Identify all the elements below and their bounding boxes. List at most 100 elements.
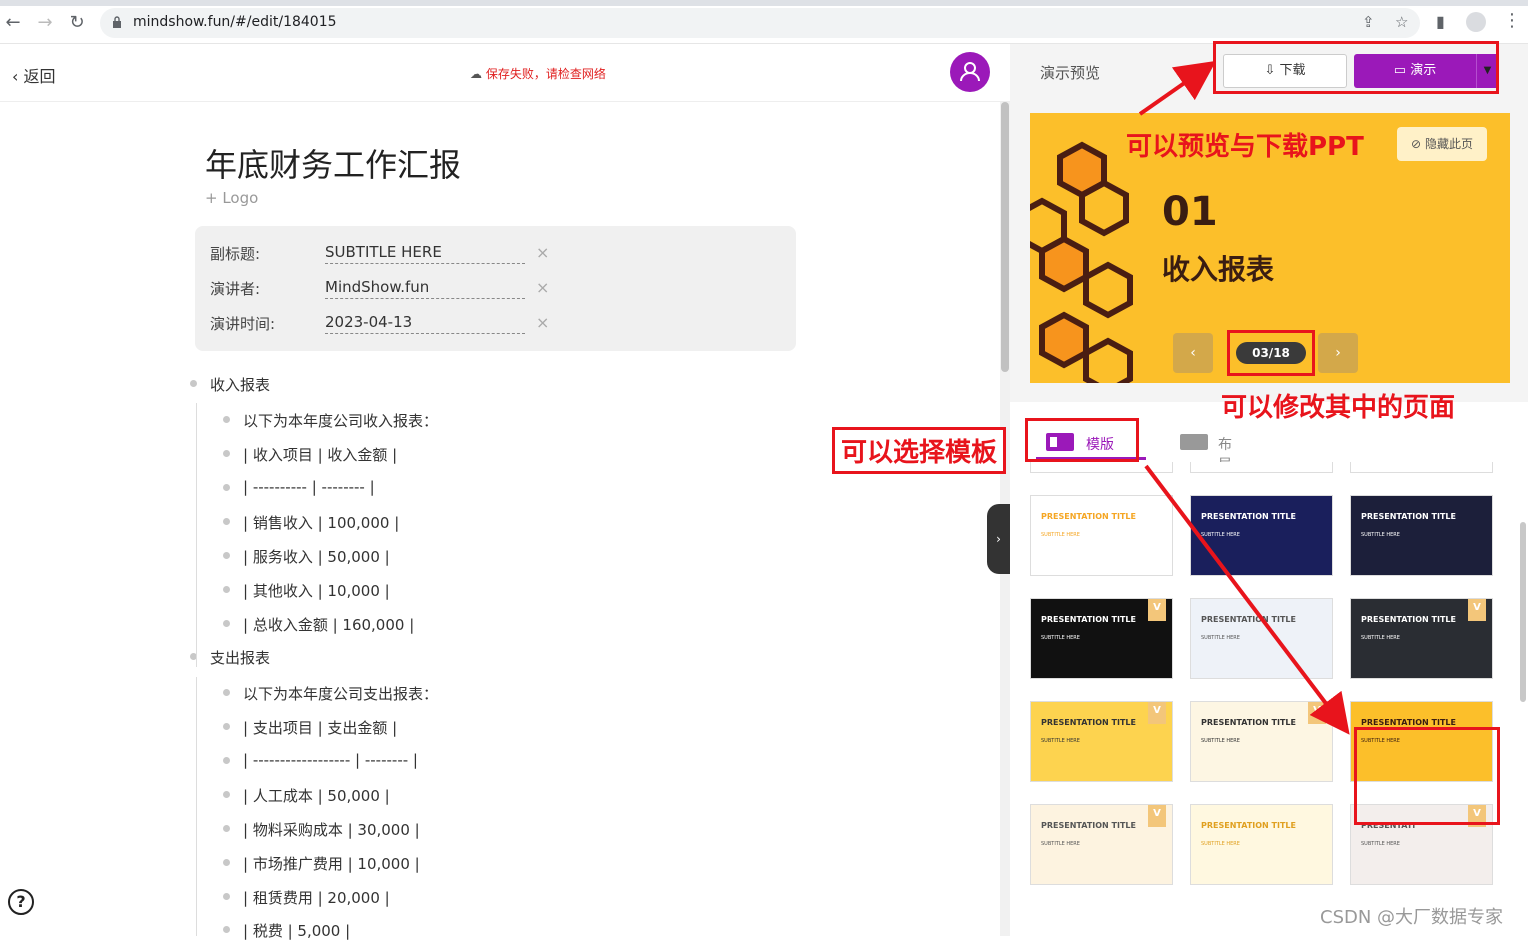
- outline-item[interactable]: | 人工成本 | 50,000 |: [223, 785, 390, 806]
- template-thumbnail[interactable]: PRESENTATION TITLE SUBTITLE HERE: [1190, 495, 1333, 576]
- save-status: ☁ 保存失败，请检查网络: [470, 65, 606, 82]
- star-icon[interactable]: ☆: [1395, 13, 1408, 31]
- template-title: PRESENTATION TITLE: [1361, 718, 1456, 727]
- collapse-panel-handle[interactable]: ›: [987, 504, 1010, 574]
- prev-slide-button[interactable]: ‹: [1173, 333, 1213, 373]
- bullet-dot-icon[interactable]: [223, 450, 230, 457]
- outline-item[interactable]: | 销售收入 | 100,000 |: [223, 512, 399, 533]
- bullet-dot-icon[interactable]: [223, 689, 230, 696]
- vip-badge-icon: V: [1148, 599, 1166, 621]
- outline-item[interactable]: | 服务收入 | 50,000 |: [223, 546, 390, 567]
- bullet-dot-icon[interactable]: [223, 926, 230, 933]
- template-title: PRESENTATION TITLE: [1201, 821, 1296, 830]
- template-thumbnail[interactable]: [1190, 462, 1333, 473]
- outline-item[interactable]: | 支出项目 | 支出金额 |: [223, 717, 398, 738]
- user-avatar[interactable]: [950, 52, 990, 92]
- next-slide-button[interactable]: ›: [1318, 333, 1358, 373]
- outline-item[interactable]: | 物料采购成本 | 30,000 |: [223, 819, 420, 840]
- outline-item[interactable]: | ---------- | -------- |: [223, 478, 375, 496]
- outline-item[interactable]: 以下为本年度公司支出报表：: [223, 683, 439, 704]
- add-logo-link[interactable]: + Logo: [205, 189, 258, 207]
- bullet-dot-icon[interactable]: [223, 484, 230, 491]
- template-thumbnail[interactable]: SUBTITLE HERE: [1350, 462, 1493, 473]
- outline-item[interactable]: | 市场推广费用 | 10,000 |: [223, 853, 420, 874]
- subtitle-field[interactable]: SUBTITLE HERE: [325, 243, 525, 264]
- bullet-dot-icon[interactable]: [223, 825, 230, 832]
- outline-item[interactable]: | 其他收入 | 10,000 |: [223, 580, 390, 601]
- hide-page-label: 隐藏此页: [1424, 137, 1473, 151]
- outline-item[interactable]: | ------------------ | -------- |: [223, 751, 418, 769]
- outline-text: 以下为本年度公司支出报表：: [243, 685, 439, 703]
- back-arrow-icon[interactable]: ←: [2, 12, 24, 33]
- outline-text: | 收入项目 | 收入金额 |: [243, 446, 398, 464]
- outline-heading[interactable]: 支出报表: [190, 647, 271, 668]
- template-thumbnail[interactable]: PRESENTATION TITLE SUBTITLE HERE V: [1030, 804, 1173, 885]
- bullet-dot-icon[interactable]: [223, 518, 230, 525]
- forward-arrow-icon[interactable]: →: [34, 12, 56, 33]
- bullet-dot-icon[interactable]: [223, 552, 230, 559]
- outline-heading[interactable]: 收入报表: [190, 374, 270, 395]
- lock-icon: [113, 16, 121, 28]
- kebab-menu-icon[interactable]: ⋮: [1503, 10, 1521, 31]
- template-thumbnail[interactable]: PRESENTATION TITLE SUBTITLE HERE: [1030, 495, 1173, 576]
- profile-avatar-icon[interactable]: [1466, 12, 1486, 32]
- editor-header: ‹ 返回 ☁ 保存失败，请检查网络: [0, 44, 1010, 102]
- bullet-dot-icon[interactable]: [223, 620, 230, 627]
- browser-toolbar: ← → ↻ mindshow.fun/#/edit/184015 ⇪ ☆ ▮ ⋮: [0, 0, 1528, 44]
- bullet-dot-icon[interactable]: [223, 586, 230, 593]
- annotation-box-selected-template: [1354, 727, 1500, 825]
- template-subtitle: SUBTITLE HERE: [1201, 635, 1240, 641]
- outline-item[interactable]: | 收入项目 | 收入金额 |: [223, 444, 398, 465]
- template-thumbnail[interactable]: PRESENTATION TITLE SUBTITLE HERE: [1350, 495, 1493, 576]
- bullet-dot-icon[interactable]: [223, 893, 230, 900]
- template-subtitle: SUBTITLE HERE: [1361, 635, 1400, 641]
- template-thumbnail[interactable]: PRESENTATION TITLE SUBTITLE HERE V: [1030, 701, 1173, 782]
- outline-text: | 市场推广费用 | 10,000 |: [243, 855, 420, 873]
- scrollbar-thumb[interactable]: [1001, 102, 1009, 372]
- reload-icon[interactable]: ↻: [66, 12, 88, 33]
- meta-label: 演讲时间:: [210, 315, 276, 333]
- bullet-dot-icon[interactable]: [190, 380, 197, 387]
- eye-off-icon: ⊘: [1411, 137, 1422, 151]
- bullet-dot-icon[interactable]: [223, 791, 230, 798]
- url-text[interactable]: mindshow.fun/#/edit/184015: [133, 14, 337, 30]
- bullet-dot-icon[interactable]: [223, 723, 230, 730]
- outline-item[interactable]: | 租赁费用 | 20,000 |: [223, 887, 390, 908]
- outline-text: | 其他收入 | 10,000 |: [243, 582, 390, 600]
- template-subtitle: SUBTITLE HERE: [1041, 635, 1080, 641]
- template-scrollbar[interactable]: [1518, 462, 1528, 936]
- clear-icon[interactable]: ×: [536, 313, 549, 332]
- outline-item[interactable]: | 税费 | 5,000 |: [223, 920, 351, 941]
- bullet-dot-icon[interactable]: [223, 416, 230, 423]
- vip-badge-icon: V: [1308, 702, 1326, 724]
- template-thumbnail[interactable]: [1030, 462, 1173, 473]
- clear-icon[interactable]: ×: [536, 278, 549, 297]
- date-field[interactable]: 2023-04-13: [325, 313, 525, 334]
- annotation-box-tab: [1025, 418, 1139, 462]
- speaker-field[interactable]: MindShow.fun: [325, 278, 525, 299]
- outline-text: 支出报表: [210, 649, 271, 667]
- outline-item[interactable]: | 总收入金额 | 160,000 |: [223, 614, 414, 635]
- bullet-dot-icon[interactable]: [223, 859, 230, 866]
- outline-text: | 支出项目 | 支出金额 |: [243, 719, 398, 737]
- template-thumbnail[interactable]: PRESENTATION TITLE SUBTITLE HERE V: [1190, 701, 1333, 782]
- scrollbar-thumb[interactable]: [1520, 522, 1526, 702]
- hide-page-button[interactable]: ⊘ 隐藏此页: [1397, 127, 1487, 161]
- annotation-preview-download: 可以预览与下载PPT: [1126, 132, 1364, 162]
- sidepanel-icon[interactable]: ▮: [1436, 12, 1445, 31]
- template-title: PRESENTATION TITLE: [1201, 512, 1296, 521]
- template-grid: PRESENTATI SUBTITLE HERE V PRESENTATION TIT…: [1010, 462, 1528, 936]
- doc-title[interactable]: 年底财务工作汇报: [205, 140, 461, 186]
- help-icon[interactable]: ?: [8, 889, 34, 915]
- back-button[interactable]: ‹ 返回: [12, 63, 56, 87]
- outline-text: | 税费 | 5,000 |: [243, 922, 351, 940]
- template-thumbnail[interactable]: PRESENTATION TITLE SUBTITLE HERE V: [1030, 598, 1173, 679]
- template-thumbnail[interactable]: PRESENTATION TITLE SUBTITLE HERE V: [1350, 598, 1493, 679]
- address-bar[interactable]: mindshow.fun/#/edit/184015 ⇪ ☆: [100, 8, 1420, 38]
- share-icon[interactable]: ⇪: [1362, 13, 1375, 31]
- outline-item[interactable]: 以下为本年度公司收入报表：: [223, 410, 438, 431]
- template-thumbnail[interactable]: PRESENTATION TITLE SUBTITLE HERE: [1190, 804, 1333, 885]
- bullet-dot-icon[interactable]: [223, 757, 230, 764]
- template-thumbnail[interactable]: PRESENTATION TITLE SUBTITLE HERE: [1190, 598, 1333, 679]
- clear-icon[interactable]: ×: [536, 243, 549, 262]
